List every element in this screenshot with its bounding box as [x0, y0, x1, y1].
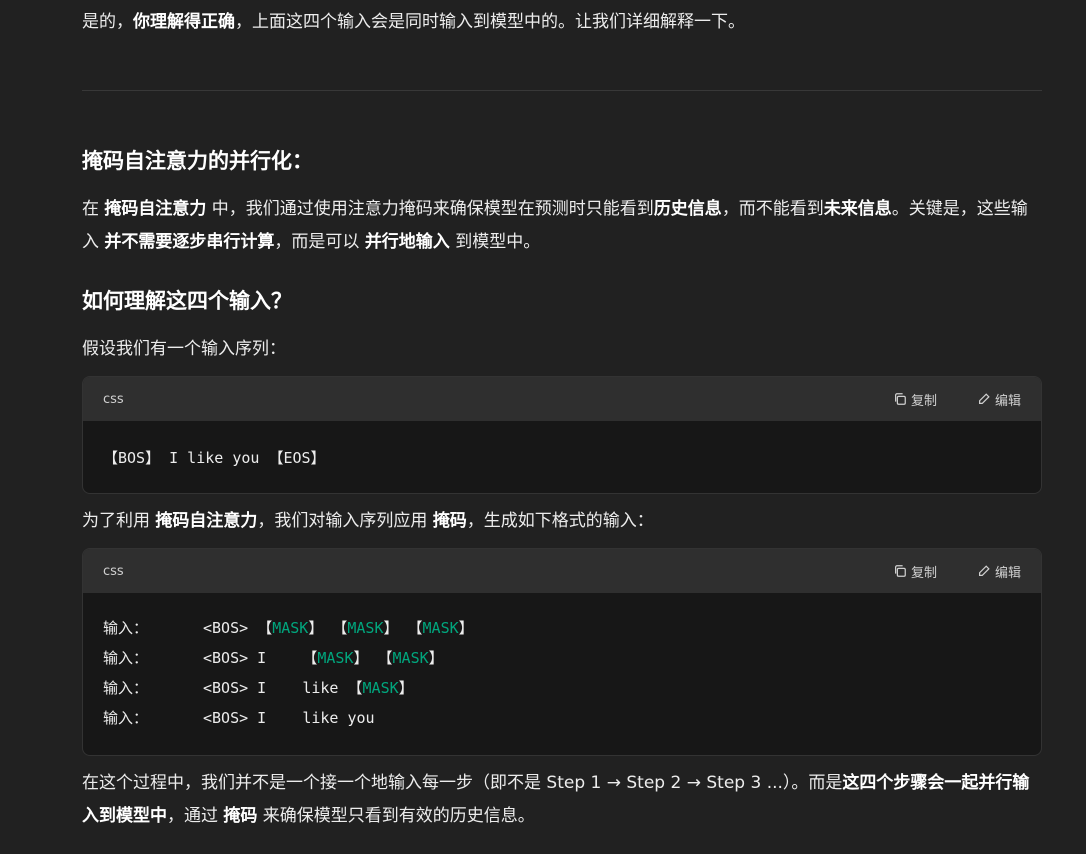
mask-token: MASK: [347, 619, 384, 637]
code-block-sequence: css 复制 编辑 【BOS】 I like you 【EOS】: [82, 376, 1042, 494]
copy-icon: [894, 393, 906, 405]
divider: [82, 90, 1042, 91]
conclusion-paragraph: 在这个过程中，我们并不是一个接一个地输入每一步（即不是 Step 1 → Ste…: [82, 773, 1030, 826]
copy-button[interactable]: 复制: [893, 390, 937, 409]
code-line-tokens: <BOS> I: [203, 649, 303, 667]
code-content: 输入： <BOS> 【MASK】 【MASK】 【MASK】 输入： <BOS> I …: [83, 593, 1041, 755]
code-line: 输入： <BOS> I 【MASK】 【MASK】: [103, 643, 1021, 673]
code-line-label: 输入：: [103, 679, 149, 697]
sequence-paragraph: 假设我们有一个输入序列：: [82, 339, 286, 359]
bracket: 】 【: [383, 619, 423, 637]
mask-token: MASK: [392, 649, 429, 667]
heading-four-inputs: 如何理解这四个输入？: [82, 289, 292, 313]
bracket: 【: [347, 679, 363, 697]
code-line-label: 输入：: [103, 649, 149, 667]
code-line-tokens: <BOS>: [203, 619, 258, 637]
mask-token: MASK: [422, 619, 459, 637]
mask-paragraph: 为了利用 掩码自注意力，我们对输入序列应用 掩码，生成如下格式的输入：: [82, 511, 654, 531]
pencil-icon: [978, 565, 990, 576]
mask-token: MASK: [272, 619, 309, 637]
code-line-tokens: <BOS> I like: [203, 679, 348, 697]
bracket: 】: [428, 649, 444, 667]
copy-button[interactable]: 复制: [893, 562, 937, 581]
masked-attention-paragraph: 在 掩码自注意力 中，我们通过使用注意力掩码来确保模型在预测时只能看到历史信息，…: [82, 199, 1028, 252]
bracket: 】: [458, 619, 474, 637]
code-language-label: css: [103, 391, 124, 407]
code-line: 输入： <BOS> I like you: [103, 703, 1021, 733]
pencil-icon: [978, 393, 990, 404]
edit-button[interactable]: 编辑: [977, 390, 1021, 409]
bracket: 】 【: [308, 619, 348, 637]
code-line-tokens: <BOS> I like you: [203, 709, 375, 727]
code-language-label: css: [103, 563, 124, 579]
bracket: 【: [302, 649, 318, 667]
code-block-masked-inputs: css 复制 编辑 输入： <BOS> 【MASK】 【MASK】 【MASK】输…: [82, 548, 1042, 756]
code-line: 输入： <BOS> 【MASK】 【MASK】 【MASK】: [103, 613, 1021, 643]
code-line: 输入： <BOS> I like 【MASK】: [103, 673, 1021, 703]
mask-token: MASK: [317, 649, 354, 667]
code-content: 【BOS】 I like you 【EOS】: [103, 449, 326, 467]
code-header: css 复制 编辑: [83, 549, 1041, 593]
bracket: 】 【: [353, 649, 393, 667]
code-line-label: 输入：: [103, 709, 149, 727]
intro-paragraph: 是的，你理解得正确，上面这四个输入会是同时输入到模型中的。让我们详细解释一下。: [82, 12, 745, 32]
bracket: 【: [257, 619, 273, 637]
copy-icon: [894, 565, 906, 577]
code-header: css 复制 编辑: [83, 377, 1041, 421]
heading-masked-attention: 掩码自注意力的并行化：: [82, 149, 313, 173]
bracket: 】: [398, 679, 414, 697]
code-line-label: 输入：: [103, 619, 149, 637]
edit-button[interactable]: 编辑: [977, 562, 1021, 581]
mask-token: MASK: [362, 679, 399, 697]
